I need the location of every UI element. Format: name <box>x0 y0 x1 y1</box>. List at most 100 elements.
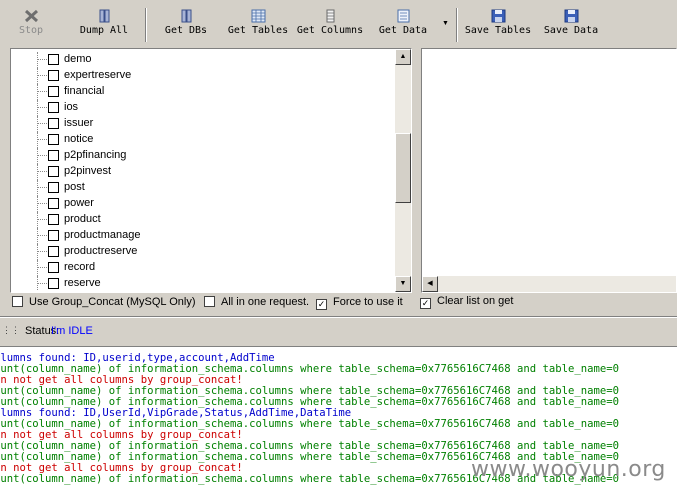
grip-icon: ⋮⋮ <box>2 325 20 335</box>
check-icon[interactable]: ✓ <box>316 299 327 310</box>
columns-list[interactable]: ◀ <box>421 48 677 293</box>
checkbox-box[interactable] <box>204 296 215 307</box>
splitter[interactable] <box>0 316 677 318</box>
get-data-dropdown-arrow-icon[interactable]: ▼ <box>442 20 449 27</box>
dump-all-label: Dump All <box>79 25 129 36</box>
tree-item[interactable]: p2pfinancing <box>11 148 394 164</box>
get-columns-button[interactable]: Get Columns <box>294 0 366 44</box>
tree-item-checkbox[interactable] <box>48 102 59 113</box>
tree-item-checkbox[interactable] <box>48 70 59 81</box>
tree-item-checkbox[interactable] <box>48 214 59 225</box>
tree-guide <box>37 228 38 244</box>
tree-item[interactable]: power <box>11 196 394 212</box>
save-data-button[interactable]: Save Data <box>540 0 602 44</box>
tree-item-label: productreserve <box>64 245 138 257</box>
tree-item[interactable]: reserve <box>11 276 394 291</box>
tree-item-checkbox[interactable] <box>48 198 59 209</box>
scroll-left-icon[interactable]: ◀ <box>422 276 438 292</box>
tree-item-checkbox[interactable] <box>48 262 59 273</box>
checkbox-box[interactable] <box>12 296 23 307</box>
tree-guide <box>37 132 38 148</box>
table-icon <box>251 9 265 23</box>
all-in-one-label: All in one request. <box>221 296 310 308</box>
tree-guide <box>37 212 38 228</box>
force-label: Force to use it <box>333 296 403 308</box>
tree-item-checkbox[interactable] <box>48 150 59 161</box>
save-icon <box>564 9 578 23</box>
tree-item[interactable]: productmanage <box>11 228 394 244</box>
status-value: I'm IDLE <box>51 325 93 337</box>
tree-item[interactable]: p2pinvest <box>11 164 394 180</box>
get-dbs-button[interactable]: Get DBs <box>158 0 214 44</box>
get-columns-label: Get Columns <box>296 25 364 36</box>
scroll-down-icon[interactable]: ▼ <box>395 276 411 292</box>
stop-button[interactable]: Stop <box>10 0 52 44</box>
watermark: www.wooyun.org <box>471 457 666 482</box>
database-icon <box>99 9 109 23</box>
get-dbs-label: Get DBs <box>164 25 208 36</box>
tree-item[interactable]: demo <box>11 52 394 68</box>
tree-guide <box>37 52 38 68</box>
get-tables-button[interactable]: Get Tables <box>224 0 292 44</box>
tree-guide <box>37 260 38 276</box>
tree-item-checkbox[interactable] <box>48 230 59 241</box>
tree-item-label: product <box>64 213 101 225</box>
clear-list-label: Clear list on get <box>437 295 514 307</box>
save-tables-button[interactable]: Save Tables <box>462 0 534 44</box>
get-data-label: Get Data <box>378 25 428 36</box>
stop-icon <box>24 9 38 23</box>
tree-item-label: financial <box>64 85 105 97</box>
tree-scrollbar[interactable]: ▲ ▼ <box>395 49 411 292</box>
tree-rows: demo expertreserve financial ios issuer notic… <box>11 50 394 291</box>
tree-item-checkbox[interactable] <box>48 246 59 257</box>
tree-item-label: expertreserve <box>64 69 132 81</box>
all-in-one-checkbox[interactable]: All in one request. <box>204 296 309 310</box>
check-icon[interactable]: ✓ <box>420 298 431 309</box>
tree-item[interactable]: issuer <box>11 116 394 132</box>
tree-item-checkbox[interactable] <box>48 118 59 129</box>
toolbar-separator <box>456 8 458 42</box>
clear-list-checkbox[interactable]: ✓ Clear list on get <box>420 295 513 309</box>
scroll-thumb[interactable] <box>395 133 411 203</box>
use-group-concat-checkbox[interactable]: Use Group_Concat (MySQL Only) <box>12 296 195 310</box>
tree-guide <box>37 100 38 116</box>
tree-item[interactable]: post <box>11 180 394 196</box>
tree-item-label: ios <box>64 101 79 113</box>
tree-item[interactable]: notice <box>11 132 394 148</box>
tree-item-checkbox[interactable] <box>48 54 59 65</box>
table-tree[interactable]: demo expertreserve financial ios issuer notic… <box>10 48 412 293</box>
save-tables-label: Save Tables <box>464 25 532 36</box>
tree-guide <box>37 84 38 100</box>
tree-item[interactable]: financial <box>11 84 394 100</box>
status-bar: ⋮⋮ Status: I'm IDLE <box>0 325 677 339</box>
tree-item[interactable]: record <box>11 260 394 276</box>
tree-item-label: record <box>64 261 96 273</box>
tree-item[interactable]: productreserve <box>11 244 394 260</box>
tree-guide <box>37 196 38 212</box>
columns-horizontal-scrollbar[interactable]: ◀ <box>422 276 676 292</box>
tree-item[interactable]: ios <box>11 100 394 116</box>
tree-item-checkbox[interactable] <box>48 182 59 193</box>
columns-icon <box>326 9 334 23</box>
database-icon <box>181 9 191 23</box>
get-data-button[interactable]: Get Data <box>374 0 432 44</box>
tree-item-label: p2pfinancing <box>64 149 127 161</box>
tree-item-label: demo <box>64 53 92 65</box>
tree-item-checkbox[interactable] <box>48 86 59 97</box>
dump-all-button[interactable]: Dump All <box>74 0 134 44</box>
tree-guide <box>37 244 38 260</box>
tree-item[interactable]: product <box>11 212 394 228</box>
tree-item-label: issuer <box>64 117 94 129</box>
force-checkbox[interactable]: ✓ Force to use it <box>316 296 403 310</box>
tree-item-checkbox[interactable] <box>48 166 59 177</box>
tree-item-label: notice <box>64 133 94 145</box>
tree-item-checkbox[interactable] <box>48 278 59 289</box>
tree-item[interactable]: expertreserve <box>11 68 394 84</box>
tree-item-checkbox[interactable] <box>48 134 59 145</box>
scroll-up-icon[interactable]: ▲ <box>395 49 411 65</box>
tree-item-label: reserve <box>64 277 101 289</box>
tree-guide <box>37 116 38 132</box>
toolbar: Stop Dump All Get DBs Get Tables Get Col… <box>0 0 677 46</box>
save-icon <box>491 9 505 23</box>
use-group-concat-label: Use Group_Concat (MySQL Only) <box>29 296 196 308</box>
